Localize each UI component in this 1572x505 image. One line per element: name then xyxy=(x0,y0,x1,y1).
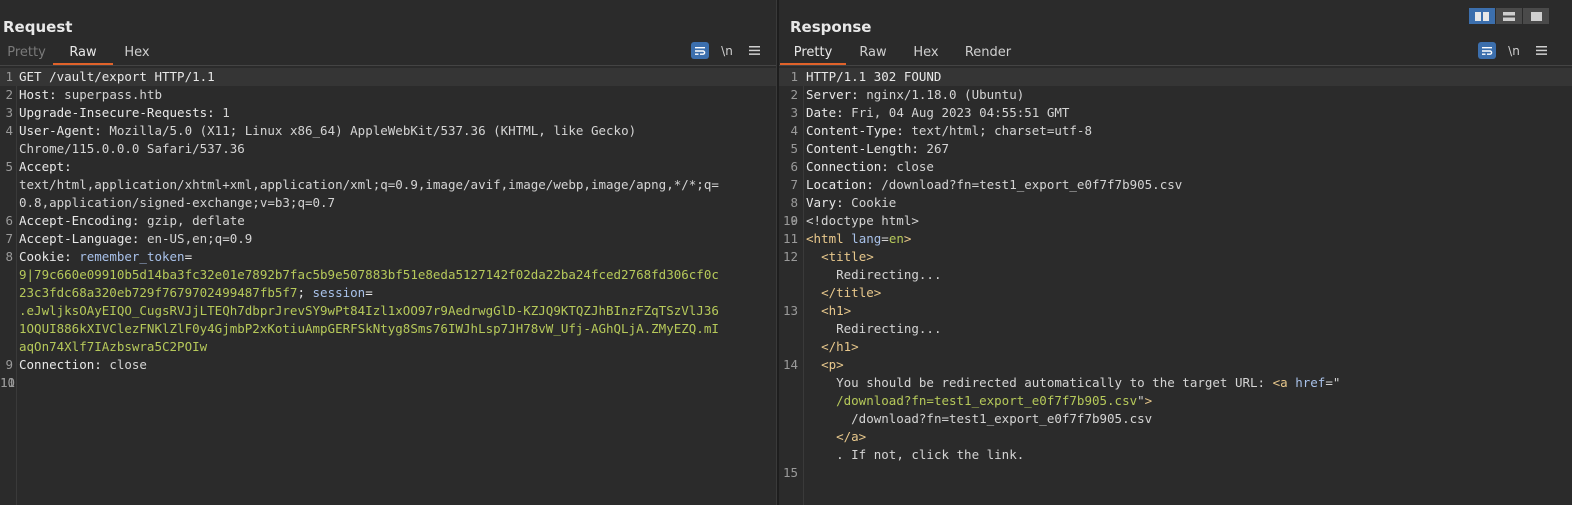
response-line: </h1> xyxy=(821,339,859,354)
response-line: 11 <html lang=en> xyxy=(782,231,912,246)
response-line: Redirecting... xyxy=(836,267,942,282)
response-line: /download?fn=test1_export_e0f7f7b905.csv… xyxy=(836,393,1153,408)
request-line: 5 Accept: xyxy=(5,159,72,174)
request-line: text/html,application/xhtml+xml,applicat… xyxy=(19,177,719,192)
wrap-lines-icon[interactable] xyxy=(691,42,709,59)
menu-icon[interactable] xyxy=(745,42,763,59)
layout-side-by-side-icon[interactable] xyxy=(1469,8,1495,24)
request-line: 4 User-Agent: Mozilla/5.0 (X11; Linux x86… xyxy=(5,123,637,138)
response-line: 7 Location: /download?fn=test1_export_e0f… xyxy=(790,177,1183,192)
response-line: 5 Content-Length: 267 xyxy=(790,141,949,156)
request-line: 6 Accept-Encoding: gzip, deflate xyxy=(5,213,245,228)
layout-stacked-icon[interactable] xyxy=(1496,8,1522,24)
request-line: Chrome/115.0.0.0 Safari/537.36 xyxy=(19,141,245,156)
request-editor[interactable]: 1 GET /vault/export HTTP/1.1 2 Host: super… xyxy=(0,68,776,505)
request-title: Request xyxy=(3,18,73,36)
response-editor[interactable]: 1 HTTP/1.1 302 FOUND 2 Server: nginx/1.18.… xyxy=(779,68,1572,505)
response-line: 12 <title> xyxy=(782,249,874,264)
response-line: You should be redirected automatically t… xyxy=(836,375,1341,390)
response-line: </a> xyxy=(836,429,867,444)
request-line: 23c3fdc68a320eb729f7679702499487fb5f7; s… xyxy=(19,285,373,300)
response-line: . If not, click the link. xyxy=(836,447,1025,462)
tab-hex[interactable]: Hex xyxy=(900,44,952,65)
tab-hex[interactable]: Hex xyxy=(113,44,161,65)
request-line: 7 Accept-Language: en-US,en;q=0.9 xyxy=(5,231,253,246)
response-line: 4 Content-Type: text/html; charset=utf-8 xyxy=(790,123,1092,138)
request-line: 2 Host: superpass.htb xyxy=(5,87,162,102)
response-line: Redirecting... xyxy=(836,321,942,336)
response-tools: \n xyxy=(1478,42,1559,59)
layout-switcher xyxy=(1469,8,1549,24)
layout-tabs-icon[interactable] xyxy=(1523,8,1549,24)
response-line: 3 Date: Fri, 04 Aug 2023 04:55:51 GMT xyxy=(790,105,1070,120)
tab-render[interactable]: Render xyxy=(952,44,1024,65)
request-line: 1 GET /vault/export HTTP/1.1 xyxy=(0,68,776,86)
request-line: aqOn74Xlf7IAzbswra5C2POIw xyxy=(19,339,208,354)
response-line: 1 HTTP/1.1 302 FOUND xyxy=(779,68,1572,86)
request-line: 0.8,application/signed-exchange;v=b3;q=0… xyxy=(19,195,336,210)
response-line: 10 <!doctype html> xyxy=(782,213,919,228)
request-line: .eJwljksOAyEIQO_CugsRVJjLTEQh7dbprJrevSY… xyxy=(19,303,719,318)
response-line: /download?fn=test1_export_e0f7f7b905.csv xyxy=(851,411,1153,426)
request-line: 9 Connection: close xyxy=(5,357,147,372)
response-line: 13 <h1> xyxy=(782,303,852,318)
response-line: </title> xyxy=(821,285,882,300)
newline-toggle[interactable]: \n xyxy=(718,42,736,59)
tabs-divider xyxy=(779,65,1572,66)
menu-icon[interactable] xyxy=(1532,42,1550,59)
request-line: 1OQUI886kXIVClezFNKlZlF0y4GjmbP2xKotiuAm… xyxy=(19,321,719,336)
response-line: 8 Vary: Cookie xyxy=(790,195,897,210)
response-title: Response xyxy=(790,18,872,36)
tab-pretty[interactable]: Pretty xyxy=(780,44,846,65)
response-line: 14 <p> xyxy=(782,357,844,372)
response-line: 6 Connection: close xyxy=(790,159,934,174)
tab-raw[interactable]: Raw xyxy=(846,44,900,65)
request-line: 9|79c660e09910b5d14ba3fc32e01e7892b7fac5… xyxy=(19,267,719,282)
request-pane: Request Pretty Raw Hex \n 1 GET /vault/ex… xyxy=(0,0,776,505)
response-line: 2 Server: nginx/1.18.0 (Ubuntu) xyxy=(790,87,1025,102)
newline-toggle[interactable]: \n xyxy=(1505,42,1523,59)
response-pane: Response Pretty Raw Hex Render \n 1 HTTP/… xyxy=(779,0,1572,505)
tabs-divider xyxy=(0,65,776,66)
request-tabs: Pretty Raw Hex xyxy=(0,44,161,65)
request-line-cookie: 8 Cookie: remember_token= xyxy=(5,249,193,264)
response-tabs: Pretty Raw Hex Render xyxy=(780,44,1024,65)
tab-pretty[interactable]: Pretty xyxy=(0,44,53,65)
request-tools: \n xyxy=(691,42,772,59)
wrap-lines-icon[interactable] xyxy=(1478,42,1496,59)
request-line: 3 Upgrade-Insecure-Requests: 1 xyxy=(5,105,230,120)
tab-raw[interactable]: Raw xyxy=(53,44,113,65)
